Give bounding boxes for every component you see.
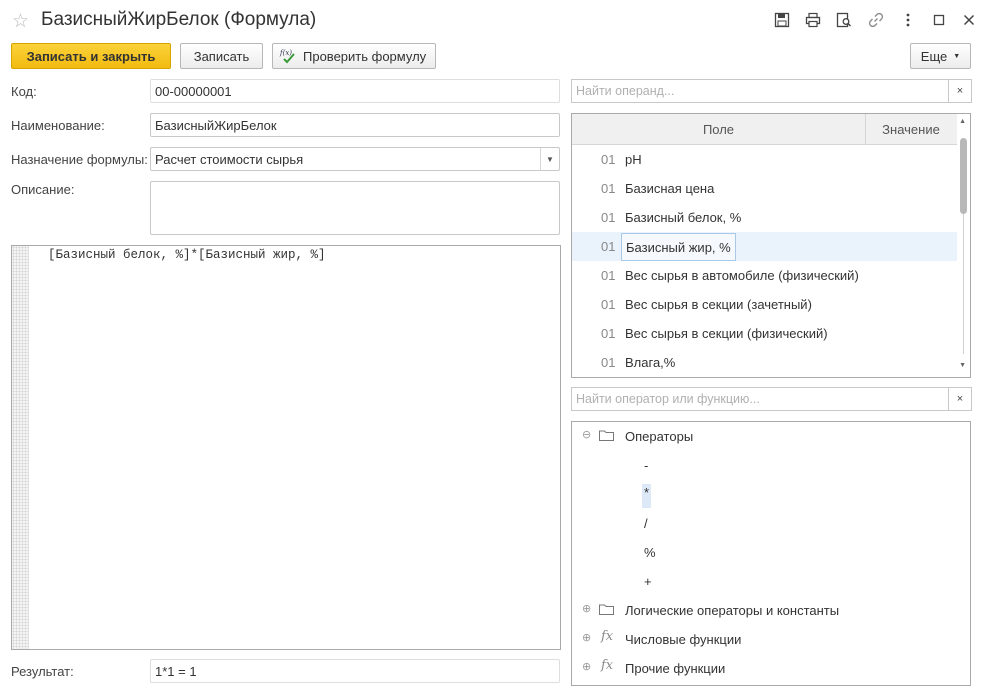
table-row[interactable]: 01 Базисная цена (572, 174, 957, 203)
preview-icon[interactable] (834, 10, 854, 30)
tree-group-operators[interactable]: Операторы (625, 425, 693, 447)
row-name: Вес сырья в автомобиле (физический) (625, 268, 859, 283)
operator-search-input[interactable]: Найти оператор или функцию... (571, 387, 949, 411)
favorite-star-icon[interactable]: ☆ (12, 10, 29, 33)
folder-icon (599, 430, 614, 441)
purpose-label: Назначение формулы: (11, 152, 148, 167)
description-field[interactable] (150, 181, 560, 235)
expand-icon[interactable]: ⊕ (582, 660, 591, 673)
code-label: Код: (11, 84, 37, 99)
formula-editor[interactable]: [Базисный белок, %]*[Базисный жир, %] (11, 245, 561, 650)
close-icon[interactable] (959, 10, 979, 30)
more-vertical-icon[interactable] (898, 10, 918, 30)
operator-item[interactable]: + (644, 574, 652, 589)
expand-icon[interactable]: ⊕ (582, 631, 591, 644)
window-title: БазисныйЖирБелок (Формула) (41, 9, 317, 30)
table-row[interactable]: 01 Влага,% (572, 348, 957, 377)
table-row[interactable]: 01 pH (572, 145, 957, 174)
purpose-value: Расчет стоимости сырья (155, 151, 304, 167)
folder-icon (599, 604, 614, 615)
maximize-icon[interactable] (929, 10, 949, 30)
name-label: Наименование: (11, 118, 105, 133)
tree-group-numeric[interactable]: Числовые функции (625, 628, 741, 650)
name-field[interactable]: БазисныйЖирБелок (150, 113, 560, 137)
operand-search-clear-button[interactable]: × (948, 79, 972, 103)
result-field[interactable]: 1*1 = 1 (150, 659, 560, 683)
scroll-up-icon[interactable]: ▲ (959, 118, 966, 125)
table-row[interactable]: 01 Базисный белок, % (572, 203, 957, 232)
editor-gutter (12, 246, 29, 649)
close-icon: × (956, 393, 964, 405)
link-icon[interactable] (866, 10, 886, 30)
save-and-close-button[interactable]: Записать и закрыть (11, 43, 171, 69)
tree-group-logical[interactable]: Логические операторы и константы (625, 599, 839, 621)
row-name: Вес сырья в секции (зачетный) (625, 297, 812, 312)
table-row[interactable]: 01 Вес сырья в секции (зачетный) (572, 290, 957, 319)
table-row[interactable]: 01 Вес сырья в секции (физический) (572, 319, 957, 348)
close-icon: × (956, 85, 964, 97)
table-row-selected[interactable]: 01 Базисный жир, % (572, 232, 957, 261)
row-name: Вес сырья в секции (физический) (625, 326, 828, 341)
scrollbar-track[interactable] (963, 214, 964, 354)
row-code: 01 (601, 239, 616, 254)
operator-item[interactable]: - (644, 458, 648, 473)
more-menu-button[interactable]: Еще ▼ (910, 43, 971, 69)
chevron-down-icon[interactable]: ▼ (540, 148, 559, 170)
row-code: 01 (601, 297, 616, 312)
save-icon[interactable] (772, 10, 792, 30)
collapse-icon[interactable]: ⊖ (582, 428, 591, 441)
row-name: Базисный жир, % (621, 233, 736, 261)
expand-icon[interactable]: ⊕ (582, 602, 591, 615)
tree-group-other[interactable]: Прочие функции (625, 657, 725, 679)
function-icon: fx (601, 658, 614, 673)
svg-text:f(x): f(x) (279, 49, 292, 57)
operator-search-clear-button[interactable]: × (948, 387, 972, 411)
purpose-select[interactable]: Расчет стоимости сырья ▼ (150, 147, 560, 171)
code-field[interactable]: 00-00000001 (150, 79, 560, 103)
table-row[interactable]: 01 Вес сырья в автомобиле (физический) (572, 261, 957, 290)
scrollbar-thumb[interactable] (960, 138, 967, 214)
row-name: Базисная цена (625, 181, 715, 196)
row-name: Влага,% (625, 355, 676, 370)
operator-item-selected[interactable]: * (642, 484, 652, 508)
chevron-down-icon: ▼ (953, 52, 961, 60)
column-header-field[interactable]: Поле (572, 114, 865, 145)
row-code: 01 (601, 268, 616, 283)
formula-text: [Базисный белок, %]*[Базисный жир, %] (48, 248, 326, 262)
row-code: 01 (601, 355, 616, 370)
check-formula-icon: f(x) (279, 47, 297, 65)
more-label: Еще (920, 48, 948, 64)
result-label: Результат: (11, 664, 74, 679)
row-code: 01 (601, 210, 616, 225)
print-icon[interactable] (803, 10, 823, 30)
scroll-down-icon[interactable]: ▼ (959, 362, 966, 369)
row-code: 01 (601, 326, 616, 341)
save-button[interactable]: Записать (180, 43, 263, 69)
description-label: Описание: (11, 182, 75, 197)
operator-item[interactable]: % (644, 545, 656, 560)
operand-table-header: Поле Значение (572, 114, 957, 145)
row-name: Базисный белок, % (625, 210, 742, 225)
operator-item[interactable]: / (644, 516, 648, 531)
function-icon: fx (601, 629, 614, 644)
column-header-value[interactable]: Значение (866, 114, 956, 145)
row-code: 01 (601, 152, 616, 167)
check-formula-button[interactable]: f(x) Проверить формулу (272, 43, 436, 69)
row-name: pH (625, 152, 642, 167)
operand-search-input[interactable]: Найти операнд... (571, 79, 949, 103)
check-formula-label: Проверить формулу (303, 48, 427, 64)
row-code: 01 (601, 181, 616, 196)
operand-table[interactable]: Поле Значение 01 pH 01 Базисная цена 01 … (571, 113, 971, 378)
